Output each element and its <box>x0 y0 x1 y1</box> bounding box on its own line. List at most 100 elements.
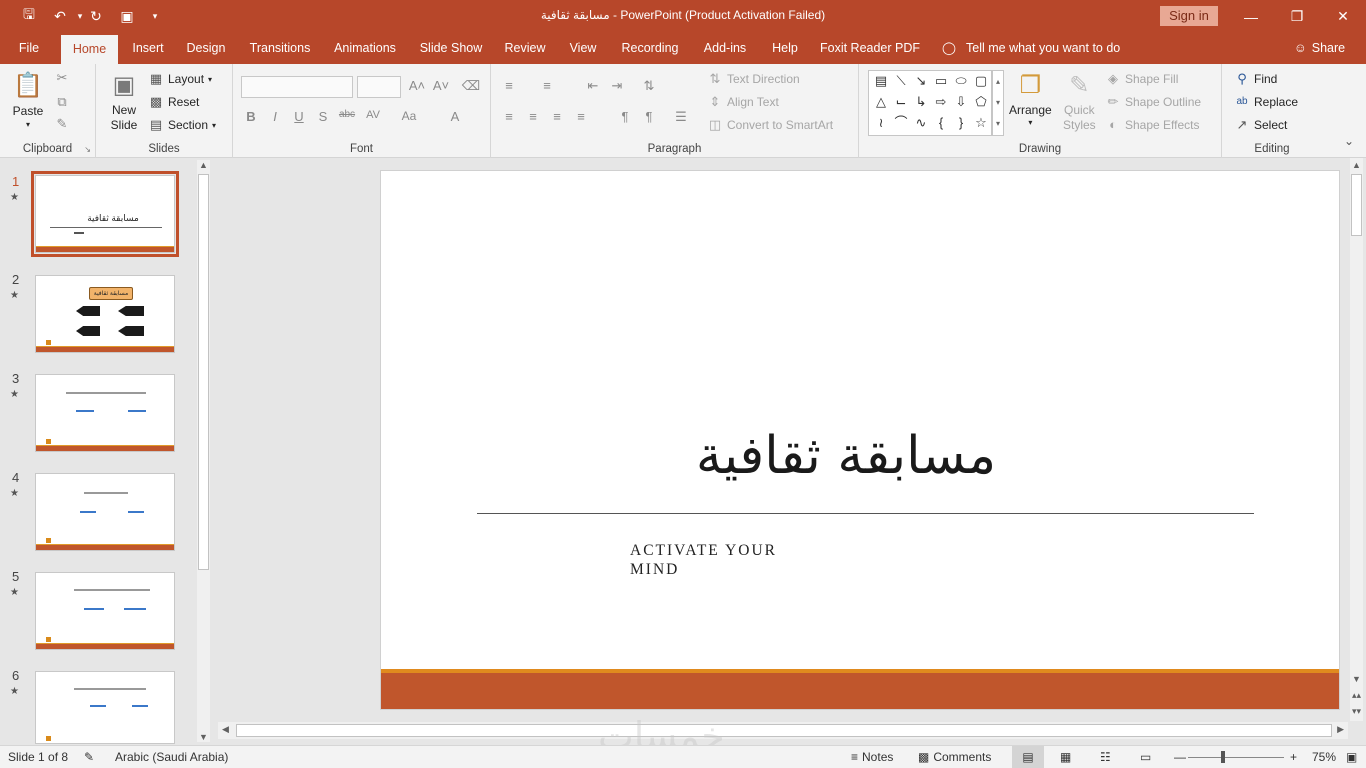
share-button[interactable]: ☺ Share <box>1294 33 1345 64</box>
arc-shape-icon[interactable]: ⌒ <box>891 113 911 133</box>
curve-shape-icon[interactable]: ∿ <box>911 113 931 133</box>
tab-add-ins[interactable]: Add-ins <box>698 33 752 64</box>
align-text-button[interactable]: ⇕ Align Text <box>707 94 779 110</box>
zoom-slider[interactable] <box>1188 757 1284 758</box>
arrow-line-shape-icon[interactable]: ↘ <box>911 71 931 91</box>
replace-button[interactable]: ab Replace <box>1234 94 1298 110</box>
shadow-icon[interactable]: S <box>313 109 333 124</box>
tab-transitions[interactable]: Transitions <box>246 33 314 64</box>
reset-button[interactable]: ▩ Reset <box>148 94 200 110</box>
elbow-arrow-icon[interactable]: ↳ <box>911 92 931 112</box>
pentagon-shape-icon[interactable]: ⬠ <box>971 92 991 112</box>
thumbnail-slide-4[interactable] <box>35 473 175 551</box>
section-button[interactable]: ▤ Section ▾ <box>148 117 216 133</box>
slide-title[interactable]: مسابقة ثقافية <box>381 426 1311 486</box>
scroll-up-icon[interactable]: ▲ <box>1350 160 1363 170</box>
align-center-icon[interactable]: ≡ <box>523 109 543 124</box>
tab-view[interactable]: View <box>564 33 602 64</box>
scroll-thumb[interactable] <box>1351 174 1362 236</box>
justify-icon[interactable]: ≡ <box>571 109 591 124</box>
quick-styles-button[interactable]: ✎ Quick Styles <box>1063 70 1096 132</box>
tab-foxit-reader-pdf[interactable]: Foxit Reader PDF <box>818 33 922 64</box>
decrease-font-icon[interactable]: A˅ <box>431 78 451 93</box>
shape-effects-button[interactable]: ◐ Shape Effects <box>1105 117 1199 133</box>
clear-formatting-icon[interactable]: ⌫ <box>461 78 481 94</box>
tab-file[interactable]: File <box>10 33 48 64</box>
next-slide-icon[interactable]: ▾▾ <box>1350 706 1363 717</box>
elbow-connector-icon[interactable]: ⌙ <box>891 92 911 112</box>
select-button[interactable]: ↗ Select <box>1234 117 1288 133</box>
bullets-icon[interactable]: ≡ <box>499 78 519 93</box>
numbering-icon[interactable]: ≡ <box>537 78 557 93</box>
format-painter-icon[interactable]: ✎ <box>52 116 72 132</box>
normal-view-icon[interactable]: ▤ <box>1012 746 1044 768</box>
thumbnail-slide-5[interactable] <box>35 572 175 650</box>
slide-subtitle[interactable]: ACTIVATE YOUR MIND <box>630 541 830 579</box>
spellcheck-icon[interactable]: ✎ <box>84 750 94 764</box>
line-spacing-icon[interactable]: ⇅ <box>639 78 659 94</box>
close-icon[interactable]: ✕ <box>1320 0 1366 33</box>
shape-fill-button[interactable]: ◈ Shape Fill <box>1105 71 1178 87</box>
language-indicator[interactable]: Arabic (Saudi Arabia) <box>115 750 228 764</box>
paste-button[interactable]: 📋 Paste ▾ <box>12 70 44 129</box>
slide-horizontal-scrollbar[interactable]: ◀ ▶ <box>218 722 1348 739</box>
fit-to-window-icon[interactable]: ▣ <box>1346 750 1357 764</box>
shapes-gallery[interactable]: ▤ ⟍ ↘ ▭ ⬭ ▢ △ ⌙ ↳ ⇨ ⇩ ⬠ ≀ ⌒ ∿ { } ☆ <box>868 70 992 136</box>
right-brace-shape-icon[interactable]: } <box>951 113 971 133</box>
textbox-shape-icon[interactable]: ▤ <box>871 71 891 91</box>
scroll-thumb[interactable] <box>236 724 1332 737</box>
font-color-icon[interactable]: A <box>445 109 465 124</box>
font-size-combo[interactable] <box>357 76 401 98</box>
underline-icon[interactable]: U <box>289 109 309 124</box>
tab-slide-show[interactable]: Slide Show <box>416 33 486 64</box>
font-family-combo[interactable] <box>241 76 353 98</box>
thumbnails-scrollbar[interactable]: ▲ ▼ <box>197 160 210 742</box>
shape-outline-button[interactable]: ✏ Shape Outline <box>1105 94 1202 110</box>
collapse-ribbon-icon[interactable]: ⌄ <box>1344 134 1354 148</box>
tab-recording[interactable]: Recording <box>616 33 684 64</box>
tab-help[interactable]: Help <box>766 33 804 64</box>
slide-vertical-scrollbar[interactable]: ▲ ▼ ▴▴ ▾▾ <box>1350 158 1363 721</box>
tab-design[interactable]: Design <box>183 33 229 64</box>
notes-button[interactable]: ≡ Notes <box>851 750 893 764</box>
increase-indent-icon[interactable]: ⇥ <box>607 78 627 94</box>
bold-icon[interactable]: B <box>241 109 261 124</box>
comments-button[interactable]: ▩ Comments <box>918 750 991 764</box>
align-left-icon[interactable]: ≡ <box>499 109 519 124</box>
zoom-in-icon[interactable]: + <box>1290 750 1297 764</box>
tab-insert[interactable]: Insert <box>127 33 169 64</box>
tab-home[interactable]: Home <box>61 35 118 64</box>
tab-review[interactable]: Review <box>500 33 550 64</box>
zoom-slider-thumb[interactable] <box>1221 751 1225 763</box>
rounded-rect-shape-icon[interactable]: ▢ <box>971 71 991 91</box>
copy-icon[interactable]: ⧉ <box>52 94 72 110</box>
columns-icon[interactable]: ☰ <box>671 109 691 125</box>
new-slide-button[interactable]: ▣ New Slide <box>108 70 140 132</box>
thumbnail-slide-3[interactable] <box>35 374 175 452</box>
sign-in-button[interactable]: Sign in <box>1160 6 1218 26</box>
minimize-icon[interactable]: — <box>1228 0 1274 33</box>
star-shape-icon[interactable]: ☆ <box>971 113 991 133</box>
scroll-left-icon[interactable]: ◀ <box>222 724 229 735</box>
cut-icon[interactable]: ✂ <box>52 70 72 86</box>
slide-sorter-icon[interactable]: ▦ <box>1060 750 1071 764</box>
triangle-shape-icon[interactable]: △ <box>871 92 891 112</box>
strikethrough-icon[interactable]: abc <box>337 109 357 120</box>
align-right-icon[interactable]: ≡ <box>547 109 567 124</box>
thumbnail-slide-6[interactable] <box>35 671 175 744</box>
character-spacing-icon[interactable]: AV <box>363 109 383 121</box>
right-arrow-shape-icon[interactable]: ⇨ <box>931 92 951 112</box>
arrange-button[interactable]: ❐ Arrange ▾ <box>1009 70 1052 127</box>
left-brace-shape-icon[interactable]: { <box>931 113 951 133</box>
dialog-launcher-icon[interactable]: ↘ <box>84 145 91 154</box>
shapes-scroll[interactable]: ▴ ▾ ▾ <box>992 70 1004 136</box>
zoom-out-icon[interactable]: — <box>1174 750 1186 764</box>
rectangle-shape-icon[interactable]: ▭ <box>931 71 951 91</box>
previous-slide-icon[interactable]: ▴▴ <box>1350 690 1363 701</box>
layout-button[interactable]: ▦ Layout ▾ <box>148 71 212 87</box>
restore-icon[interactable]: ❐ <box>1274 0 1320 33</box>
change-case-icon[interactable]: Aa <box>399 109 419 123</box>
scroll-down-icon[interactable]: ▼ <box>1350 674 1363 684</box>
decrease-indent-icon[interactable]: ⇤ <box>583 78 603 94</box>
thumbnail-slide-1[interactable]: مسابقة ثقافية <box>31 171 179 257</box>
